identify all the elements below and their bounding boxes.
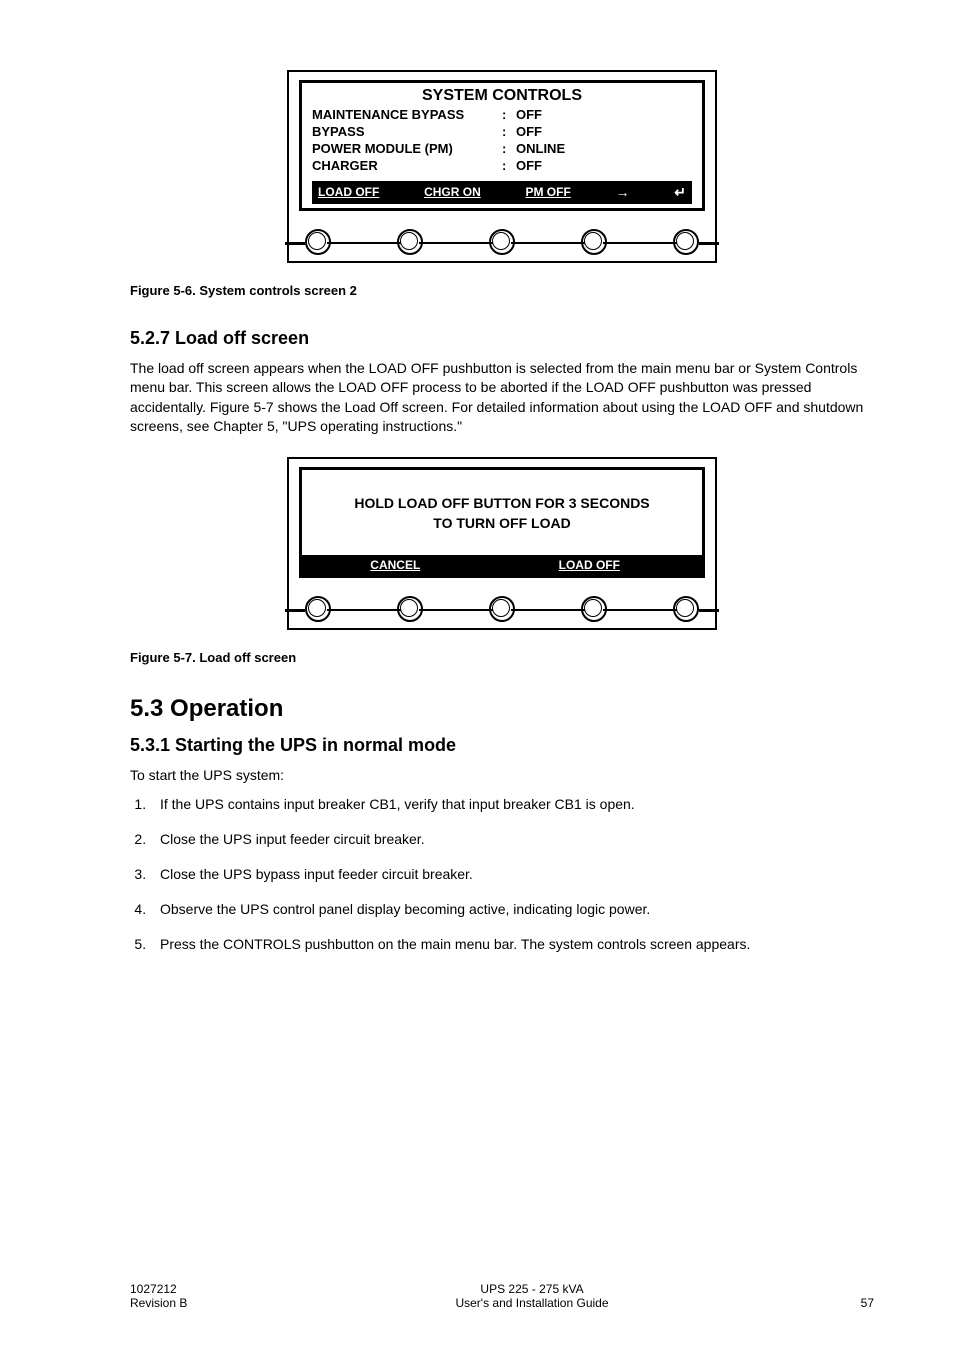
doc-revision: Revision B [130, 1296, 250, 1310]
panel-button [673, 229, 699, 255]
panel-button [489, 229, 515, 255]
panel-button [305, 596, 331, 622]
menu-load-off: LOAD OFF [318, 185, 379, 199]
panel-button [397, 229, 423, 255]
status-value: OFF [516, 158, 542, 175]
status-label: POWER MODULE (PM) [312, 141, 502, 158]
list-item: Observe the UPS control panel display be… [150, 899, 874, 920]
menu-chgr-on: CHGR ON [424, 185, 481, 199]
figure-caption: Figure 5-6. System controls screen 2 [130, 283, 874, 298]
section-heading-527: 5.2.7 Load off screen [130, 328, 874, 349]
status-value: OFF [516, 107, 542, 124]
section-heading-53: 5.3 Operation [130, 695, 874, 723]
panel-button [581, 596, 607, 622]
status-label: BYPASS [312, 124, 502, 141]
page-number: 57 [814, 1296, 874, 1310]
status-label: CHARGER [312, 158, 502, 175]
section-heading-531: 5.3.1 Starting the UPS in normal mode [130, 735, 874, 756]
system-controls-figure: SYSTEM CONTROLS MAINTENANCE BYPASS : OFF… [287, 70, 717, 263]
lcd-menu-bar: LOAD OFF CHGR ON PM OFF → ↵ [312, 181, 692, 204]
footer-title1: UPS 225 - 275 kVA [250, 1282, 814, 1296]
panel-button [305, 229, 331, 255]
panel-button [397, 596, 423, 622]
footer-title2: User's and Installation Guide [250, 1296, 814, 1310]
lcd-title: SYSTEM CONTROLS [312, 87, 692, 105]
status-label: MAINTENANCE BYPASS [312, 107, 502, 124]
lcd-message-line2: TO TURN OFF LOAD [306, 514, 698, 534]
status-value: ONLINE [516, 141, 565, 158]
page-footer: 1027212 Revision B UPS 225 - 275 kVA Use… [130, 1282, 874, 1310]
figure-caption: Figure 5-7. Load off screen [130, 650, 874, 665]
status-value: OFF [516, 124, 542, 141]
doc-number: 1027212 [130, 1282, 250, 1296]
menu-load-off: LOAD OFF [483, 558, 696, 572]
lcd-menu-bar: CANCEL LOAD OFF [302, 555, 702, 575]
steps-list: If the UPS contains input breaker CB1, v… [130, 794, 874, 955]
panel-button [581, 229, 607, 255]
list-item: Close the UPS input feeder circuit break… [150, 829, 874, 850]
panel-button [673, 596, 699, 622]
list-item: Press the CONTROLS pushbutton on the mai… [150, 934, 874, 955]
enter-icon: ↵ [674, 184, 686, 201]
section-body: The load off screen appears when the LOA… [130, 359, 874, 437]
list-item: Close the UPS bypass input feeder circui… [150, 864, 874, 885]
panel-button [489, 596, 515, 622]
load-off-figure: HOLD LOAD OFF BUTTON FOR 3 SECONDS TO TU… [287, 457, 717, 630]
menu-pm-off: PM OFF [525, 185, 570, 199]
lcd-message-line1: HOLD LOAD OFF BUTTON FOR 3 SECONDS [306, 494, 698, 514]
list-item: If the UPS contains input breaker CB1, v… [150, 794, 874, 815]
menu-cancel: CANCEL [308, 558, 483, 572]
arrow-right-icon: → [616, 184, 630, 200]
intro-text: To start the UPS system: [130, 766, 874, 786]
